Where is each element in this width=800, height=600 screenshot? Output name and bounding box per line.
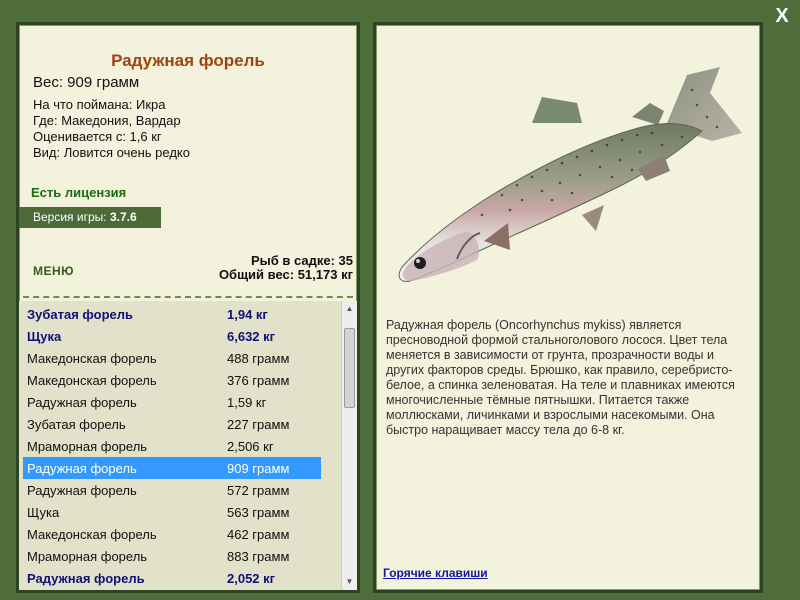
fish-name: Радужная форель [27, 483, 137, 498]
fish-weight-value: 909 грамм [227, 461, 290, 476]
catch-list[interactable]: Зубатая форель 1,94 кг Щука 6,632 кг Македон… [19, 301, 357, 590]
fish-name: Зубатая форель [27, 307, 133, 322]
catch-rarity: Вид: Ловится очень редко [33, 145, 190, 160]
close-button[interactable]: X [770, 4, 794, 28]
game-version-label: Версия игры: [33, 210, 110, 224]
fish-weight-value: 6,632 кг [227, 329, 276, 344]
scroll-down-arrow-icon[interactable]: ▼ [342, 574, 357, 590]
divider [23, 296, 353, 298]
menu-button[interactable]: МЕНЮ [33, 264, 74, 278]
keepnet-totals: Рыб в садке: 35 Общий вес: 51,173 кг [219, 254, 353, 282]
fish-description: Радужная форель (Oncorhynchus mykiss) яв… [386, 318, 735, 437]
fish-weight-value: 572 грамм [227, 483, 290, 498]
fish-name: Щука [27, 329, 62, 344]
fish-weight-value: 2,052 кг [227, 571, 276, 586]
fish-count: Рыб в садке: 35 [250, 253, 353, 268]
list-item[interactable]: Зубатая форель 1,94 кг [23, 303, 321, 325]
list-item[interactable]: Радужная форель 2,052 кг [23, 567, 321, 589]
fish-info-panel: Радужная форель Вес: 909 грамм На что по… [16, 22, 360, 593]
fish-name: Зубатая форель [27, 417, 126, 432]
list-item[interactable]: Македонская форель 488 грамм [23, 347, 321, 369]
fish-weight: Вес: 909 грамм [33, 74, 140, 91]
fish-weight-value: 227 грамм [227, 417, 290, 432]
fish-weight-value: 883 грамм [227, 549, 290, 564]
list-item[interactable]: Щука 563 грамм [23, 501, 321, 523]
list-item[interactable]: Радужная форель 909 грамм [23, 457, 321, 479]
list-item[interactable]: Мраморная форель 883 грамм [23, 545, 321, 567]
list-item[interactable]: Радужная форель 1,59 кг [23, 391, 321, 413]
fish-name: Македонская форель [27, 527, 157, 542]
fish-name: Щука [27, 505, 60, 520]
fish-name: Мраморная форель [27, 549, 148, 564]
total-weight: Общий вес: 51,173 кг [218, 267, 353, 282]
fish-name: Радужная форель [27, 461, 137, 476]
catch-location: Где: Македония, Вардар [33, 113, 181, 128]
list-item[interactable]: Щука 6,632 кг [23, 325, 321, 347]
list-item[interactable]: Македонская форель 376 грамм [23, 369, 321, 391]
hotkeys-link[interactable]: Горячие клавиши [383, 566, 488, 580]
fish-name: Радужная форель [27, 571, 145, 586]
fish-weight-value: 2,506 кг [227, 439, 274, 454]
catch-valuation: Оценивается с: 1,6 кг [33, 129, 162, 144]
fish-name-title: Радужная форель [111, 51, 265, 70]
scrollbar-thumb[interactable] [344, 328, 355, 408]
license-status: Есть лицензия [31, 185, 127, 200]
fish-weight-value: 563 грамм [227, 505, 290, 520]
fish-weight-value: 1,94 кг [227, 307, 268, 322]
list-item[interactable]: Македонская форель 462 грамм [23, 523, 321, 545]
list-item[interactable]: Зубатая форель 227 грамм [23, 413, 321, 435]
fish-weight-value: 1,59 кг [227, 395, 267, 410]
list-item[interactable]: Радужная форель 572 грамм [23, 479, 321, 501]
list-scrollbar[interactable]: ▲ ▼ [341, 301, 357, 590]
fish-name: Радужная форель [27, 395, 137, 410]
list-item[interactable]: Мраморная форель 2,506 кг [23, 435, 321, 457]
rainbow-trout-image [398, 67, 742, 282]
fish-name: Мраморная форель [27, 439, 148, 454]
game-version-bar: Версия игры: 3.7.6 [19, 207, 161, 228]
catch-bait: На что поймана: Икра [33, 97, 166, 112]
fish-weight-value: 376 грамм [227, 373, 290, 388]
fish-weight-value: 462 грамм [227, 527, 290, 542]
fish-name: Македонская форель [27, 351, 157, 366]
game-version-number: 3.7.6 [109, 210, 137, 224]
scroll-up-arrow-icon[interactable]: ▲ [342, 301, 357, 317]
fish-weight-value: 488 грамм [227, 351, 290, 366]
fish-description-panel: Радужная форель (Oncorhynchus mykiss) яв… [373, 22, 763, 593]
fish-name: Македонская форель [27, 373, 157, 388]
